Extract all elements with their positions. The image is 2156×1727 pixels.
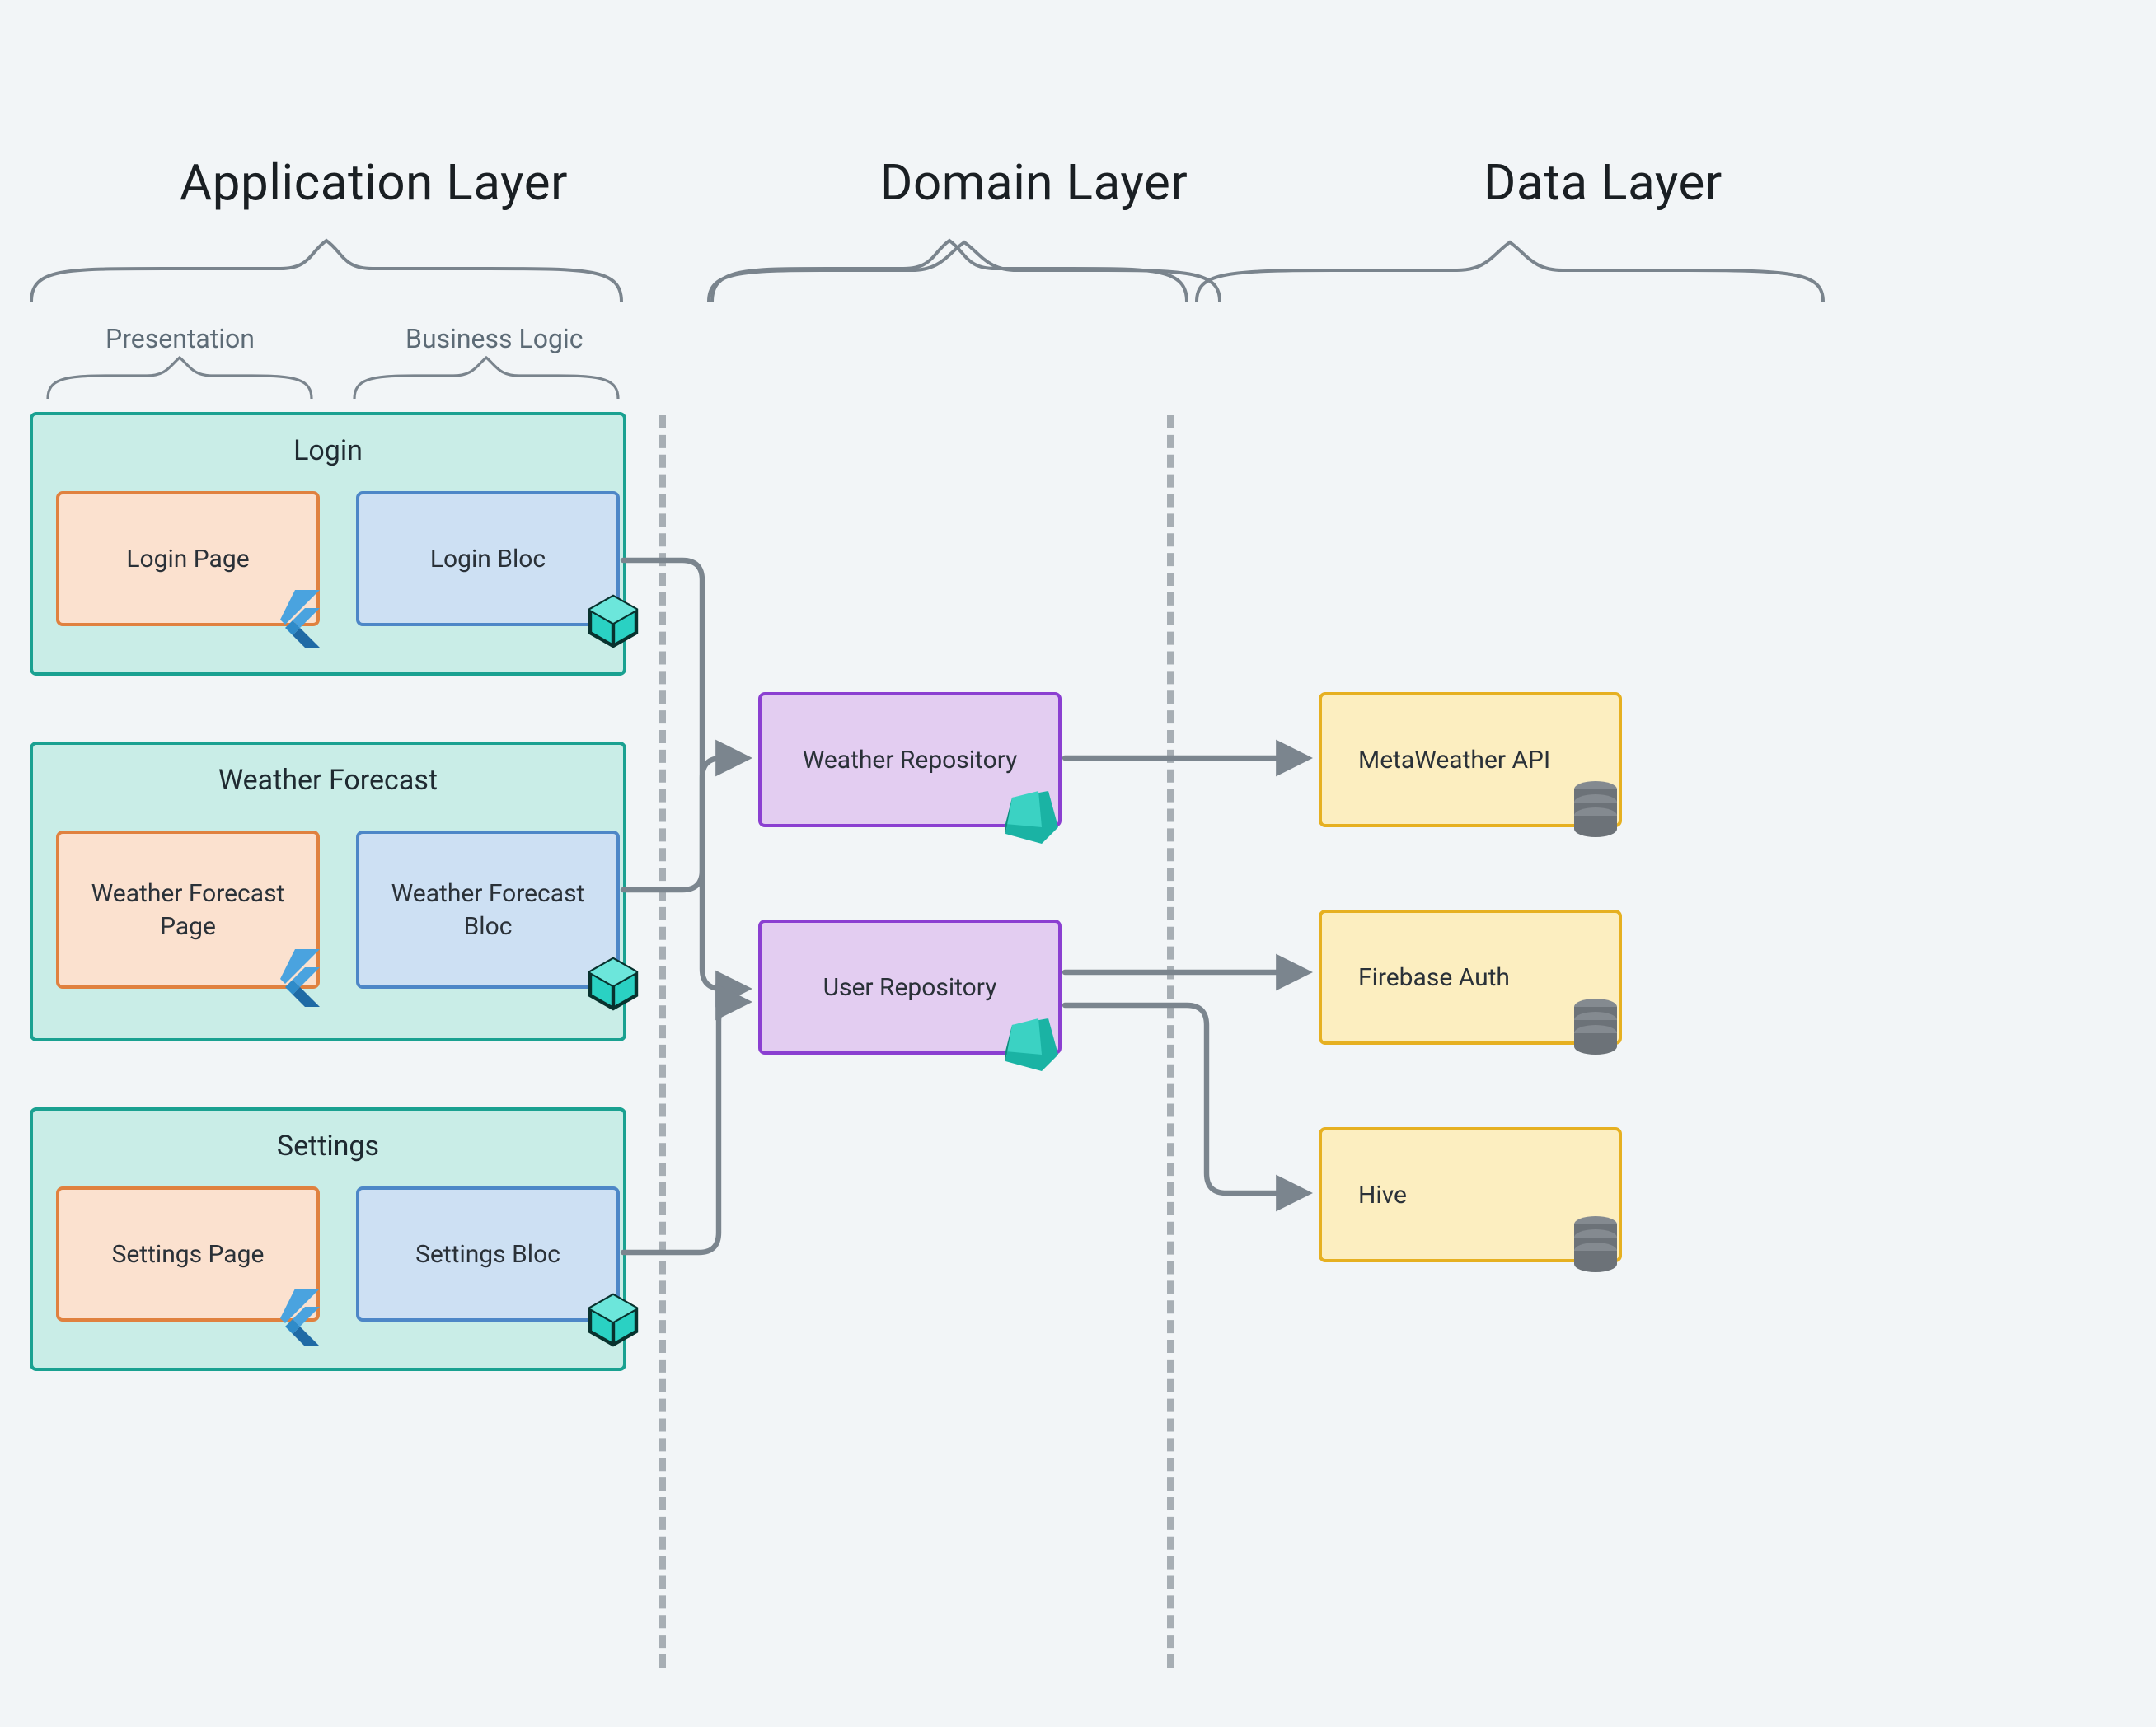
business-logic-sublabel: Business Logic — [405, 323, 583, 354]
divider-app-domain — [659, 415, 666, 1668]
arrow-weather-to-weather-repo — [623, 758, 745, 890]
database-icon — [1572, 781, 1622, 840]
dart-logo-icon — [1002, 788, 1062, 847]
weather-forecast-bloc: Weather Forecast Bloc — [356, 831, 620, 989]
feature-login-title: Login — [33, 435, 623, 468]
feature-weather-title: Weather Forecast — [33, 765, 623, 798]
settings-bloc: Settings Bloc — [356, 1186, 620, 1322]
flutter-logo-icon — [280, 1289, 323, 1351]
arrow-user-repo-to-hive — [1065, 1005, 1305, 1193]
database-icon — [1572, 1216, 1622, 1275]
application-layer-title: Application Layer — [180, 155, 568, 213]
cube-icon — [587, 1292, 643, 1351]
cube-icon — [587, 593, 643, 653]
divider-domain-data — [1167, 415, 1174, 1668]
cube-icon — [587, 956, 643, 1015]
login-bloc: Login Bloc — [356, 491, 620, 626]
flutter-logo-icon — [280, 590, 323, 653]
architecture-diagram: Application Layer Domain Layer Data Laye… — [0, 0, 2156, 1727]
domain-layer-title: Domain Layer — [880, 155, 1188, 213]
feature-settings-title: Settings — [33, 1130, 623, 1163]
database-icon — [1572, 999, 1622, 1058]
flutter-logo-icon — [280, 949, 323, 1012]
data-layer-title: Data Layer — [1483, 155, 1722, 213]
dart-logo-icon — [1002, 1015, 1062, 1074]
presentation-sublabel: Presentation — [105, 323, 255, 354]
arrow-settings-to-user-repo — [623, 1002, 745, 1252]
